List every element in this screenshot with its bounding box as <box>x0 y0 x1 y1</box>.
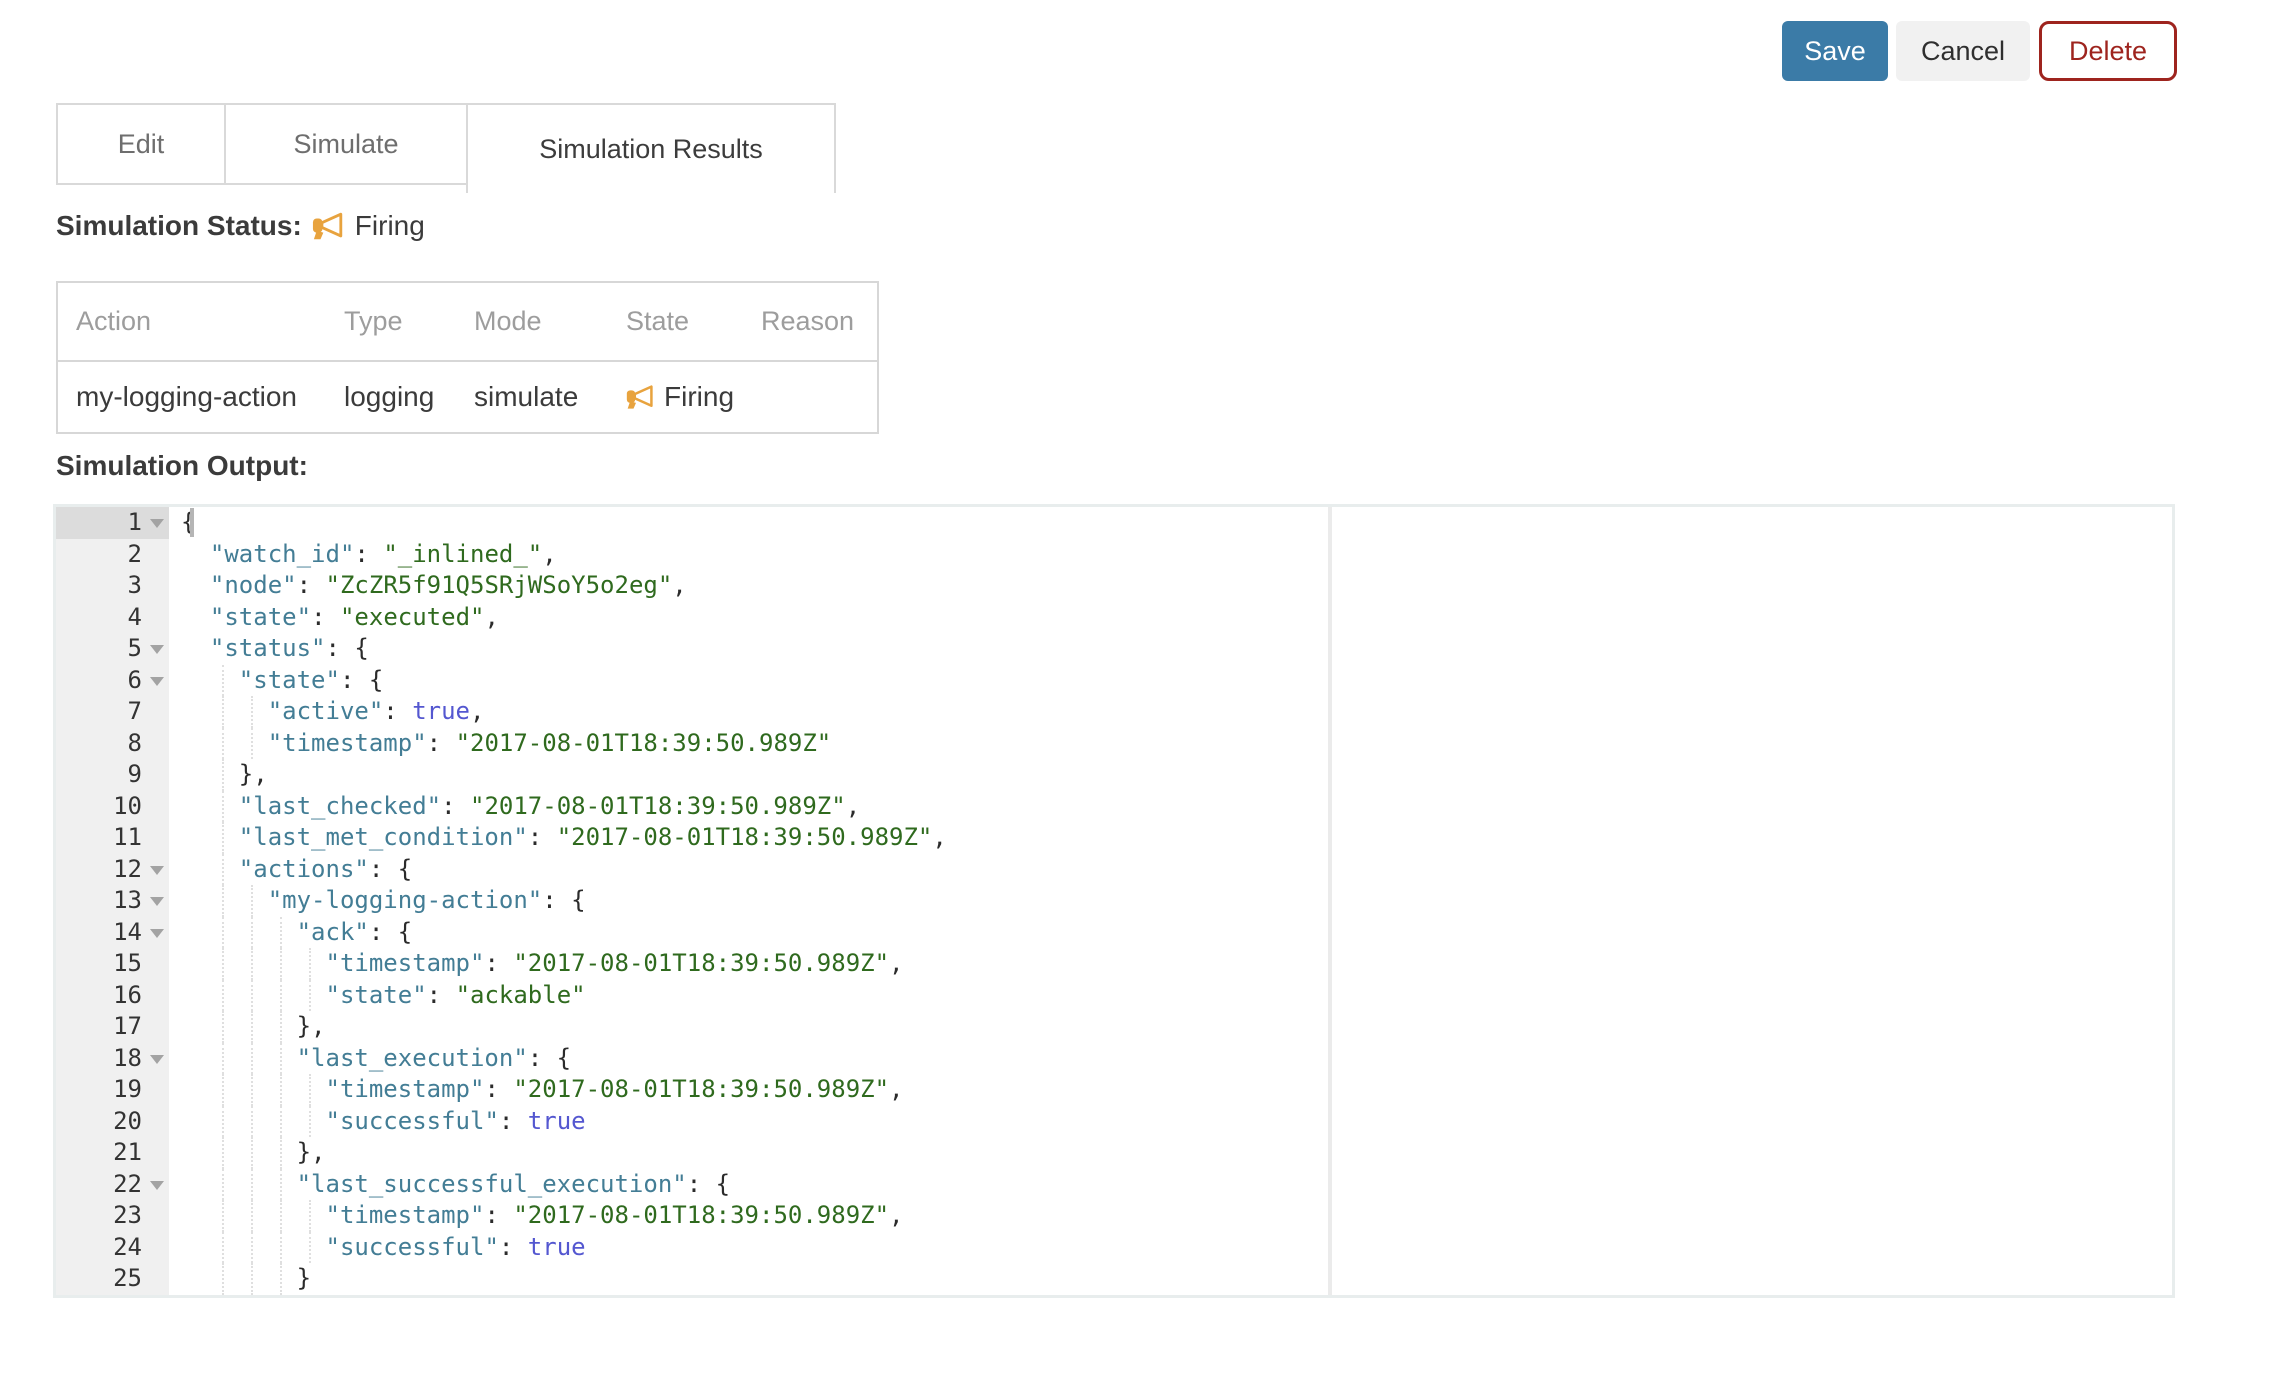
state-value: Firing <box>664 381 734 413</box>
gutter-line: 20 <box>56 1106 169 1138</box>
gutter-line: 25 <box>56 1263 169 1295</box>
bullhorn-icon <box>626 384 656 410</box>
code-line[interactable]: }, <box>181 1137 2172 1169</box>
table-row: my-logging-action logging simulate Firin… <box>57 361 878 433</box>
tab-simulation-results[interactable]: Simulation Results <box>466 103 836 193</box>
gutter-line: 22 <box>56 1169 169 1201</box>
gutter-line: 16 <box>56 980 169 1012</box>
delete-button[interactable]: Delete <box>2039 21 2177 81</box>
gutter-line: 9 <box>56 759 169 791</box>
column-header-reason: Reason <box>743 282 878 361</box>
code-line[interactable]: "timestamp": "2017-08-01T18:39:50.989Z", <box>181 948 2172 980</box>
table-header-row: Action Type Mode State Reason <box>57 282 878 361</box>
code-line[interactable]: { <box>181 507 2172 539</box>
bullhorn-icon <box>312 211 346 241</box>
gutter-line: 19 <box>56 1074 169 1106</box>
cancel-button[interactable]: Cancel <box>1896 21 2030 81</box>
code-line[interactable]: }, <box>181 759 2172 791</box>
column-header-mode: Mode <box>456 282 608 361</box>
code-line[interactable]: "ack": { <box>181 917 2172 949</box>
fold-toggle-icon[interactable] <box>150 866 164 875</box>
gutter-line: 12 <box>56 854 169 886</box>
code-line[interactable]: "state": "executed", <box>181 602 2172 634</box>
code-line[interactable]: "successful": true <box>181 1106 2172 1138</box>
code-line[interactable]: "state": "ackable" <box>181 980 2172 1012</box>
cell-type: logging <box>326 361 456 433</box>
gutter-line: 24 <box>56 1232 169 1264</box>
save-button[interactable]: Save <box>1782 21 1888 81</box>
gutter-line: 23 <box>56 1200 169 1232</box>
editor-code[interactable]: { "watch_id": "_inlined_", "node": "ZcZR… <box>169 507 2172 1295</box>
tab-bar: Edit Simulate Simulation Results <box>56 103 836 193</box>
code-line[interactable]: "timestamp": "2017-08-01T18:39:50.989Z", <box>181 1074 2172 1106</box>
editor-gutter: 1234567891011121314151617181920212223242… <box>56 507 169 1295</box>
code-line[interactable]: "last_execution": { <box>181 1043 2172 1075</box>
cell-reason <box>743 361 878 433</box>
column-header-action: Action <box>57 282 326 361</box>
fold-toggle-icon[interactable] <box>150 645 164 654</box>
gutter-line: 1 <box>56 507 169 539</box>
cell-mode: simulate <box>456 361 608 433</box>
gutter-line: 17 <box>56 1011 169 1043</box>
gutter-line: 7 <box>56 696 169 728</box>
simulation-status-label: Simulation Status: <box>56 210 302 242</box>
code-line[interactable]: "active": true, <box>181 696 2172 728</box>
code-line[interactable]: "node": "ZcZR5f91Q5SRjWSoY5o2eg", <box>181 570 2172 602</box>
fold-toggle-icon[interactable] <box>150 897 164 906</box>
gutter-line: 2 <box>56 539 169 571</box>
text-cursor <box>190 508 194 537</box>
code-line[interactable]: }, <box>181 1011 2172 1043</box>
cell-action: my-logging-action <box>57 361 326 433</box>
actions-table: Action Type Mode State Reason my-logging… <box>56 281 879 434</box>
code-line[interactable]: "successful": true <box>181 1232 2172 1264</box>
code-line[interactable]: "state": { <box>181 665 2172 697</box>
tab-edit[interactable]: Edit <box>56 103 226 185</box>
simulation-status: Simulation Status: Firing <box>56 210 425 242</box>
simulation-output-editor[interactable]: 1234567891011121314151617181920212223242… <box>53 504 2175 1298</box>
gutter-line: 4 <box>56 602 169 634</box>
cell-state: Firing <box>608 361 743 433</box>
gutter-line: 21 <box>56 1137 169 1169</box>
code-line[interactable]: "status": { <box>181 633 2172 665</box>
code-line[interactable]: } <box>181 1263 2172 1295</box>
code-line[interactable]: "my-logging-action": { <box>181 885 2172 917</box>
gutter-line: 13 <box>56 885 169 917</box>
gutter-line: 10 <box>56 791 169 823</box>
code-line[interactable]: "watch_id": "_inlined_", <box>181 539 2172 571</box>
code-line[interactable]: "last_successful_execution": { <box>181 1169 2172 1201</box>
fold-toggle-icon[interactable] <box>150 677 164 686</box>
simulation-status-value: Firing <box>355 210 425 242</box>
code-line[interactable]: "actions": { <box>181 854 2172 886</box>
column-header-type: Type <box>326 282 456 361</box>
fold-toggle-icon[interactable] <box>150 519 164 528</box>
code-line[interactable]: "last_checked": "2017-08-01T18:39:50.989… <box>181 791 2172 823</box>
code-line[interactable]: "timestamp": "2017-08-01T18:39:50.989Z", <box>181 1200 2172 1232</box>
gutter-line: 11 <box>56 822 169 854</box>
fold-toggle-icon[interactable] <box>150 929 164 938</box>
simulation-output-label: Simulation Output: <box>56 450 308 482</box>
gutter-line: 5 <box>56 633 169 665</box>
toolbar: Save Cancel Delete <box>1782 21 2177 81</box>
gutter-line: 3 <box>56 570 169 602</box>
fold-toggle-icon[interactable] <box>150 1055 164 1064</box>
gutter-line: 8 <box>56 728 169 760</box>
gutter-line: 6 <box>56 665 169 697</box>
gutter-line: 18 <box>56 1043 169 1075</box>
code-line[interactable]: "timestamp": "2017-08-01T18:39:50.989Z" <box>181 728 2172 760</box>
fold-toggle-icon[interactable] <box>150 1181 164 1190</box>
tab-simulate[interactable]: Simulate <box>224 103 468 185</box>
gutter-line: 14 <box>56 917 169 949</box>
column-header-state: State <box>608 282 743 361</box>
gutter-line: 15 <box>56 948 169 980</box>
code-line[interactable]: "last_met_condition": "2017-08-01T18:39:… <box>181 822 2172 854</box>
